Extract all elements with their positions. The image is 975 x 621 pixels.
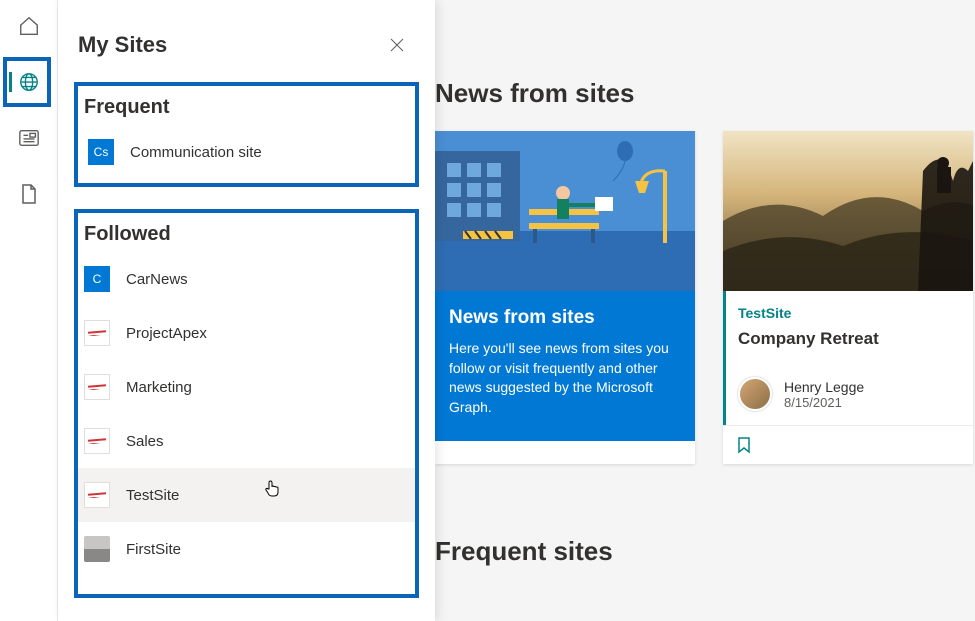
news-cards-row: News from sites Here you'll see news fro… [435,131,975,464]
site-label: CarNews [126,271,188,288]
cursor-pointer-icon [264,480,280,498]
site-item-projectapex[interactable]: ProjectApex [78,306,415,360]
bookmark-icon[interactable] [737,436,959,454]
card-illustration [435,131,695,291]
flyout-title: My Sites [78,32,167,58]
card-image [723,131,973,291]
frequent-heading: Frequent [82,94,411,129]
frequent-section: Frequent Cs Communication site [74,82,419,187]
home-icon[interactable] [17,14,41,38]
news-placeholder-card[interactable]: News from sites Here you'll see news fro… [435,131,695,464]
site-icon [84,320,110,346]
site-item-testsite[interactable]: TestSite [78,468,415,522]
site-label: TestSite [126,487,179,504]
card-title: News from sites [449,307,681,329]
left-rail [0,0,58,621]
frequent-sites-heading: Frequent sites [435,536,975,567]
site-icon [84,428,110,454]
globe-icon[interactable] [17,70,41,94]
site-item-firstsite[interactable]: FirstSite [78,522,415,576]
site-item-carnews[interactable]: C CarNews [78,252,415,306]
site-item-marketing[interactable]: Marketing [78,360,415,414]
news-icon[interactable] [17,126,41,150]
site-label: Sales [126,433,164,450]
close-icon[interactable] [389,37,405,53]
news-card-company-retreat[interactable]: TestSite Company Retreat Henry Legge 8/1… [723,131,973,464]
site-icon [84,374,110,400]
site-label: Communication site [130,144,262,161]
card-description: Here you'll see news from sites you foll… [449,339,681,417]
site-icon [84,536,110,562]
site-icon: C [84,266,110,292]
news-heading: News from sites [435,0,975,109]
followed-heading: Followed [78,221,415,252]
site-item-sales[interactable]: Sales [78,414,415,468]
site-label: Marketing [126,379,192,396]
active-indicator [9,72,12,92]
card-title: Company Retreat [738,329,961,349]
site-item-communication[interactable]: Cs Communication site [82,129,411,175]
site-icon: Cs [88,139,114,165]
file-icon[interactable] [17,182,41,206]
site-icon [84,482,110,508]
site-label: ProjectApex [126,325,207,342]
publish-date: 8/15/2021 [784,395,864,410]
author-avatar [738,377,772,411]
followed-section: Followed C CarNews ProjectApex Marketing… [74,209,419,598]
card-site-name: TestSite [738,305,961,321]
author-name: Henry Legge [784,379,864,395]
my-sites-flyout: My Sites Frequent Cs Communication site … [58,0,435,621]
main-content: News from sites [435,0,975,621]
site-label: FirstSite [126,541,181,558]
